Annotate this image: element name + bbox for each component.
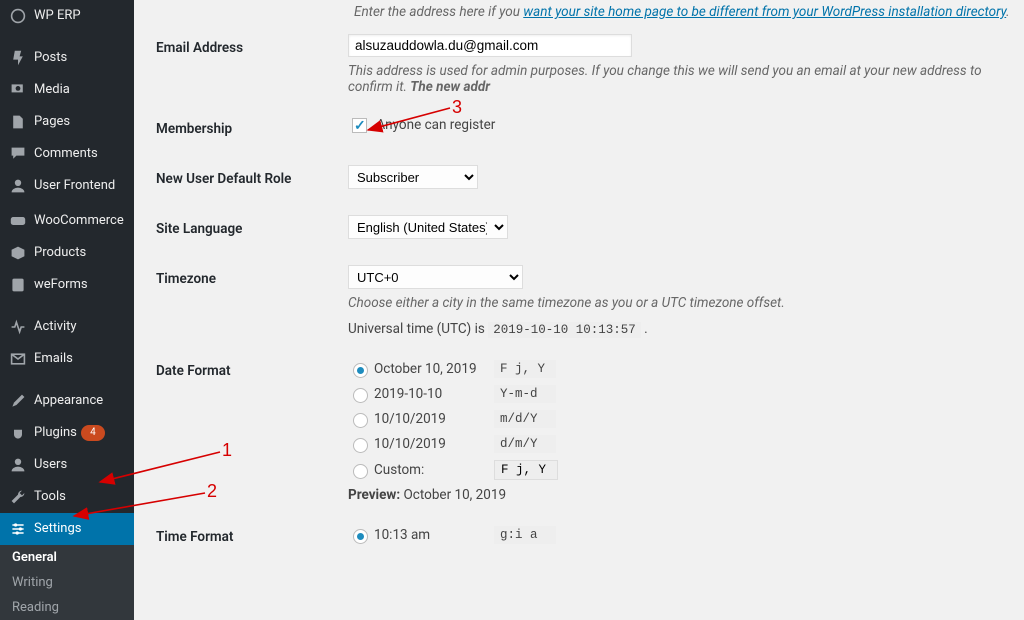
- sidebar-sub-reading[interactable]: Reading: [0, 595, 134, 620]
- wp-address-hint: Enter the address here if you want your …: [354, 0, 1024, 20]
- page-icon: [8, 112, 28, 132]
- wrench-icon: [8, 487, 28, 507]
- date-format-radio-custom[interactable]: [353, 464, 368, 479]
- pin-icon: [8, 48, 28, 68]
- sidebar-item-products[interactable]: Products: [0, 237, 134, 269]
- date-format-custom-input[interactable]: [494, 460, 558, 480]
- lang-label: Site Language: [156, 203, 346, 251]
- activity-icon: [8, 317, 28, 337]
- sliders-icon: [8, 519, 28, 539]
- sidebar-item-label: Comments: [34, 145, 98, 163]
- intro-text: Enter the address here if you: [354, 4, 523, 20]
- sidebar-item-users[interactable]: Users: [0, 449, 134, 481]
- anno-2: 2: [207, 481, 217, 502]
- sidebar-item-label: User Frontend: [34, 177, 115, 195]
- sidebar-item-woocommerce[interactable]: WooCommerce: [0, 205, 134, 237]
- tz-desc: Choose either a city in the same timezon…: [348, 295, 1012, 311]
- default-role-select[interactable]: Subscriber: [348, 165, 478, 189]
- plugins-badge: 4: [81, 425, 105, 441]
- sidebar-item-posts[interactable]: Posts: [0, 42, 134, 74]
- date-format-code-3: d/m/Y: [494, 435, 556, 453]
- users-icon: [8, 455, 28, 475]
- sidebar-item-label: Activity: [34, 318, 77, 336]
- date-format-code-1: Y-m-d: [494, 385, 556, 403]
- email-desc: This address is used for admin purposes.…: [348, 63, 1012, 95]
- user-icon: [8, 176, 28, 196]
- sidebar-item-label: Pages: [34, 113, 70, 131]
- sidebar-item-weforms[interactable]: weForms: [0, 269, 134, 301]
- utc-timestamp: 2019-10-10 10:13:57: [488, 322, 641, 338]
- tz-label: Timezone: [156, 253, 346, 343]
- sidebar-item-label: Media: [34, 81, 70, 99]
- settings-form: Email Address This address is used for a…: [154, 20, 1024, 561]
- erp-icon: [8, 6, 28, 26]
- date-format-option-0[interactable]: October 10, 2019F j, Y: [348, 360, 1012, 378]
- time-format-code-0: g:i a: [494, 526, 556, 544]
- sidebar-item-appearance[interactable]: Appearance: [0, 385, 134, 417]
- date-format-code-2: m/d/Y: [494, 410, 556, 428]
- sidebar-item-label: Appearance: [34, 392, 103, 410]
- brush-icon: [8, 391, 28, 411]
- sidebar-item-media[interactable]: Media: [0, 74, 134, 106]
- sidebar-item-wp-erp[interactable]: WP ERP: [0, 0, 134, 32]
- date-format-radio-1[interactable]: [353, 388, 368, 403]
- comment-icon: [8, 144, 28, 164]
- membership-label: Membership: [156, 103, 346, 151]
- date-format-option-2[interactable]: 10/10/2019m/d/Y: [348, 410, 1012, 428]
- settings-content: Enter the address here if you want your …: [134, 0, 1024, 580]
- anno-1: 1: [222, 440, 232, 461]
- media-icon: [8, 80, 28, 100]
- time-format-option-0[interactable]: 10:13 amg:i a: [348, 526, 1012, 544]
- anyone-register-checkbox[interactable]: [352, 118, 367, 133]
- home-page-different-link[interactable]: want your site home page to be different…: [523, 4, 1006, 20]
- sidebar-item-label: Settings: [34, 520, 81, 538]
- sidebar-item-label: weForms: [34, 276, 88, 294]
- sidebar-item-userfrontend[interactable]: User Frontend: [0, 170, 134, 202]
- sidebar-item-label: Users: [34, 456, 67, 474]
- sidebar-item-label: Plugins: [34, 424, 77, 442]
- mail-icon: [8, 349, 28, 369]
- email-input[interactable]: [348, 34, 632, 57]
- date-format-label: Date Format: [156, 345, 346, 509]
- sidebar-item-tools[interactable]: Tools: [0, 481, 134, 513]
- date-format-code-0: F j, Y: [494, 360, 556, 378]
- sidebar-item-pages[interactable]: Pages: [0, 106, 134, 138]
- date-format-option-1[interactable]: 2019-10-10Y-m-d: [348, 385, 1012, 403]
- sidebar-item-label: WP ERP: [34, 7, 81, 25]
- anno-3: 3: [452, 97, 462, 118]
- sidebar-submenu: General Writing Reading: [0, 545, 134, 620]
- woo-icon: [8, 211, 28, 231]
- sidebar-sub-general[interactable]: General: [0, 545, 134, 570]
- date-format-radio-2[interactable]: [353, 413, 368, 428]
- plug-icon: [8, 423, 28, 443]
- sidebar-item-emails[interactable]: Emails: [0, 343, 134, 375]
- date-format-option-custom[interactable]: Custom:: [348, 460, 1012, 480]
- form-icon: [8, 275, 28, 295]
- sidebar-item-activity[interactable]: Activity: [0, 311, 134, 343]
- date-format-radio-0[interactable]: [353, 363, 368, 378]
- sidebar-item-label: Products: [34, 244, 86, 262]
- membership-option[interactable]: Anyone can register: [348, 117, 495, 133]
- sidebar-item-label: Posts: [34, 49, 67, 67]
- time-format-label: Time Format: [156, 511, 346, 559]
- date-format-radio-3[interactable]: [353, 438, 368, 453]
- sidebar-item-label: Emails: [34, 350, 73, 368]
- admin-sidebar: WP ERP Posts Media Pages Comments User F…: [0, 0, 134, 580]
- sidebar-sub-writing[interactable]: Writing: [0, 570, 134, 595]
- time-format-radio-0[interactable]: [353, 529, 368, 544]
- membership-option-text: Anyone can register: [376, 117, 495, 133]
- email-label: Email Address: [156, 22, 346, 101]
- box-icon: [8, 243, 28, 263]
- date-format-preview: Preview: October 10, 2019: [348, 487, 1012, 503]
- timezone-select[interactable]: UTC+0: [348, 265, 523, 289]
- sidebar-item-plugins[interactable]: Plugins4: [0, 417, 134, 449]
- site-language-select[interactable]: English (United States): [348, 215, 508, 239]
- sidebar-item-label: WooCommerce: [34, 212, 124, 230]
- date-format-option-3[interactable]: 10/10/2019d/m/Y: [348, 435, 1012, 453]
- sidebar-item-settings[interactable]: Settings: [0, 513, 134, 545]
- utc-time-row: Universal time (UTC) is 2019-10-10 10:13…: [348, 321, 1012, 337]
- role-label: New User Default Role: [156, 153, 346, 201]
- sidebar-item-label: Tools: [34, 488, 66, 506]
- sidebar-item-comments[interactable]: Comments: [0, 138, 134, 170]
